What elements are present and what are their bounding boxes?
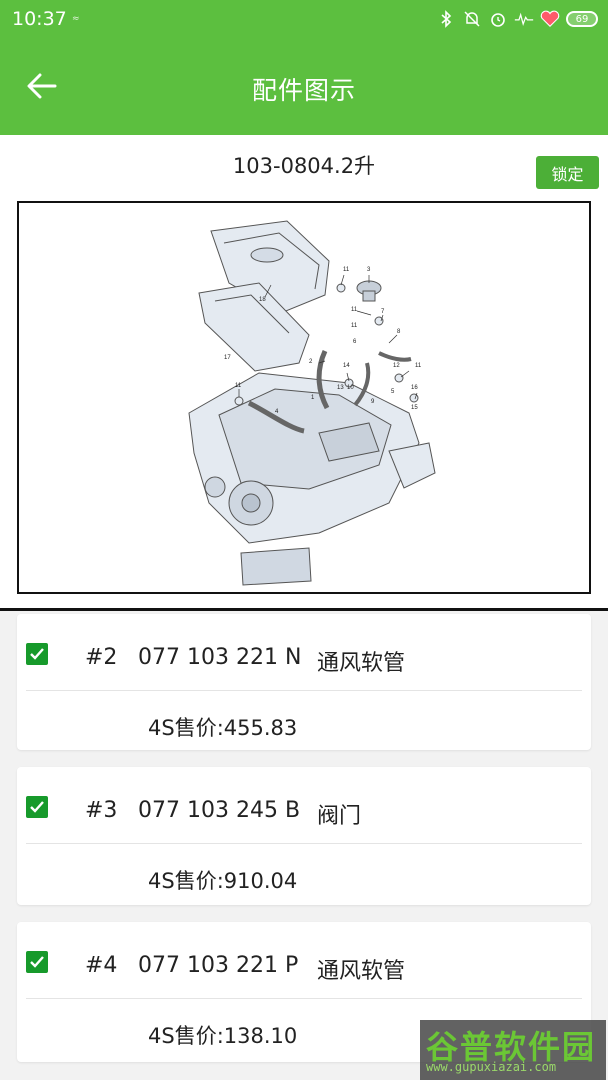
callout-label: 13 [337, 385, 344, 391]
page-title: 配件图示 [251, 76, 356, 105]
part-name: 通风软管 [317, 651, 406, 676]
check-icon [30, 801, 44, 813]
part-number: #2 [85, 645, 118, 670]
callout-label: 18 [259, 297, 266, 303]
engine-diagram-image: 11 3 18 11 7 11 6 8 17 2 14 12 11 13 10 … [188, 220, 436, 586]
model-title: 103-0804.2升 [232, 154, 376, 178]
callout-label: 11 [235, 383, 242, 389]
alarm-icon [488, 9, 508, 29]
callout-label: 11 [351, 307, 358, 313]
watermark-url: www.gupuxiazai.com [426, 1060, 557, 1074]
part-number: #4 [85, 953, 118, 978]
battery-indicator: 69 [566, 11, 598, 27]
list-item[interactable]: #2 077 103 221 N 通风软管 4S售价:455.83 [17, 614, 591, 750]
status-time: 10:37 [12, 8, 67, 30]
alarm-off-icon [462, 9, 482, 29]
divider [26, 998, 582, 999]
callout-label: 12 [393, 363, 400, 369]
diagram-area: 11 3 18 11 7 11 6 8 17 2 14 12 11 13 10 … [0, 193, 608, 611]
network-indicator: ≈ [72, 14, 80, 24]
callout-label: 17 [224, 355, 231, 361]
part-checkbox[interactable] [26, 643, 48, 665]
activity-icon [514, 9, 534, 29]
part-name: 阀门 [317, 804, 362, 829]
status-icons: 69 [436, 7, 598, 31]
bluetooth-icon [436, 9, 456, 29]
check-icon [30, 956, 44, 968]
callout-label: 6 [353, 339, 357, 345]
callout-label: 5 [391, 389, 395, 395]
lock-button[interactable]: 锁定 [536, 156, 599, 189]
divider [26, 843, 582, 844]
part-price: 4S售价:138.10 [148, 1024, 298, 1048]
part-code: 077 103 221 P [138, 953, 299, 978]
callout-label: 8 [397, 329, 401, 335]
part-row: #3 077 103 245 B 阀门 [17, 767, 591, 843]
callout-label: 11 [415, 363, 422, 369]
part-name: 通风软管 [317, 959, 406, 984]
callout-label: 3 [367, 267, 371, 273]
part-row: #4 077 103 221 P 通风软管 [17, 922, 591, 998]
callout-label: 14 [343, 363, 350, 369]
callout-label: 16 [411, 385, 418, 391]
parts-diagram[interactable]: 11 3 18 11 7 11 6 8 17 2 14 12 11 13 10 … [17, 201, 591, 594]
callout-label: 10 [347, 385, 354, 391]
watermark: 谷普软件园 www.gupuxiazai.com [420, 1020, 606, 1080]
part-price: 4S售价:910.04 [148, 869, 298, 893]
list-item[interactable]: #3 077 103 245 B 阀门 4S售价:910.04 [17, 767, 591, 905]
callout-label: 11 [351, 323, 358, 329]
part-checkbox[interactable] [26, 951, 48, 973]
part-code: 077 103 221 N [138, 645, 302, 670]
check-icon [30, 648, 44, 660]
part-code: 077 103 245 B [138, 798, 301, 823]
part-price: 4S售价:455.83 [148, 716, 298, 740]
status-bar: 10:37 ≈ 69 [0, 0, 608, 38]
subheader: 103-0804.2升 锁定 [0, 135, 608, 193]
divider [26, 690, 582, 691]
part-checkbox[interactable] [26, 796, 48, 818]
part-row: #2 077 103 221 N 通风软管 [17, 614, 591, 690]
app-bar: 配件图示 [0, 38, 608, 135]
callout-label: 2 [309, 359, 313, 365]
callout-label: 11 [343, 267, 350, 273]
callout-label: 15 [411, 405, 418, 411]
part-number: #3 [85, 798, 118, 823]
callout-label: 7 [381, 309, 385, 315]
heart-icon [540, 9, 560, 29]
